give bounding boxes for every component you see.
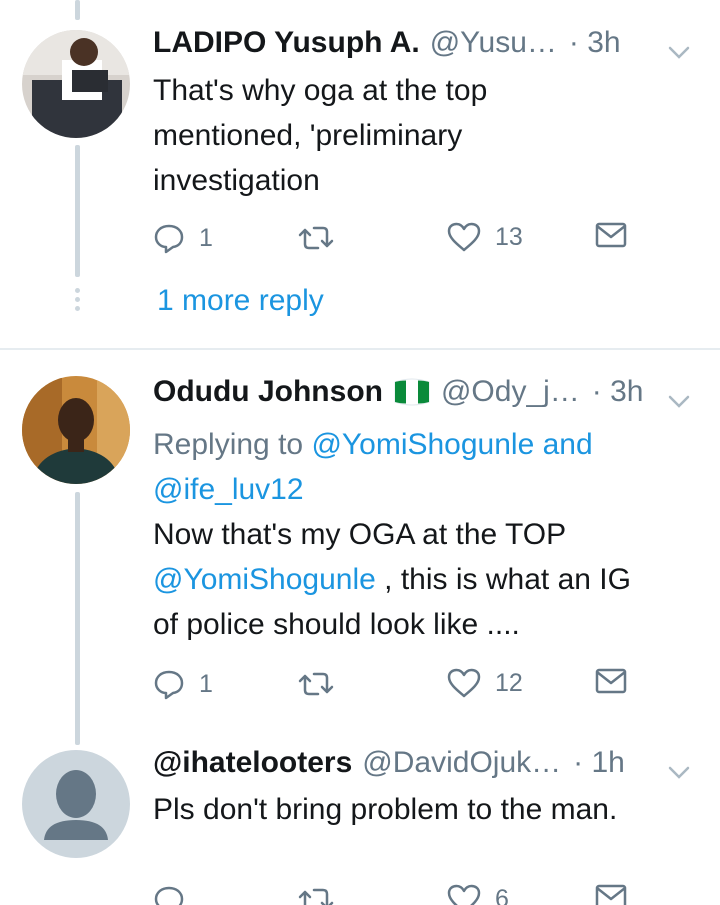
display-name[interactable]: @ihatelooters	[153, 746, 352, 780]
display-name[interactable]: Odudu Johnson	[153, 375, 383, 409]
tweet-text-line: That's why oga at the top	[153, 74, 488, 107]
like-button[interactable]: 13	[447, 222, 523, 252]
reply-icon	[153, 222, 185, 254]
timestamp[interactable]: · 3h	[569, 26, 621, 60]
tweet-text-line: Pls don't bring problem to the man.	[153, 793, 618, 826]
like-button[interactable]: 12	[447, 668, 523, 698]
dm-button[interactable]	[595, 222, 627, 248]
dm-button[interactable]	[595, 668, 627, 694]
user-handle[interactable]: @DavidOjuk…	[362, 746, 561, 780]
heart-icon	[447, 668, 481, 698]
like-count: 13	[495, 222, 523, 251]
reply-icon	[153, 668, 185, 700]
tweet-header: Odudu Johnson @Ody_j… · 3h	[153, 375, 690, 409]
replying-and: and	[534, 428, 593, 461]
tweet-text-line: , this is what an IG	[375, 563, 631, 596]
envelope-icon	[595, 222, 627, 248]
dm-button[interactable]	[595, 884, 627, 905]
reply-button[interactable]	[153, 884, 199, 905]
tweet-header: LADIPO Yusuph A. @Yusu… · 3h	[153, 26, 690, 60]
tweet-text-line: of police should look like ....	[153, 608, 520, 641]
default-avatar[interactable]	[22, 750, 130, 858]
avatar[interactable]	[22, 376, 130, 484]
like-count: 12	[495, 668, 523, 697]
tweet-header: @ihatelooters @DavidOjuk… · 1h	[153, 746, 690, 780]
display-name[interactable]: LADIPO Yusuph A.	[153, 26, 420, 60]
envelope-icon	[595, 668, 627, 694]
envelope-icon	[595, 884, 627, 905]
like-button[interactable]: 6	[447, 884, 509, 905]
user-handle[interactable]: @Ody_j…	[441, 375, 580, 409]
mention-link[interactable]: @ife_luv12	[153, 473, 304, 506]
mention-link[interactable]: @YomiShogunle	[153, 563, 376, 596]
tweet-text: Pls don't bring problem to the man.	[153, 787, 698, 832]
timestamp[interactable]: · 3h	[592, 375, 644, 409]
more-reply-link[interactable]: 1 more reply	[157, 284, 324, 318]
retweet-button[interactable]	[298, 668, 334, 700]
divider	[0, 348, 720, 350]
user-handle[interactable]: @Yusu…	[430, 26, 557, 60]
tweet-actions: 6	[153, 884, 633, 905]
reply-button[interactable]: 1	[153, 222, 213, 254]
thread-line-2	[75, 492, 80, 745]
tweet-text-line: mentioned, 'preliminary	[153, 119, 463, 152]
avatar[interactable]	[22, 30, 130, 138]
tweet-actions: 1 13	[153, 222, 633, 258]
tweet-text-line: investigation	[153, 164, 320, 197]
reply-button[interactable]: 1	[153, 668, 213, 700]
timestamp[interactable]: · 1h	[573, 746, 625, 780]
reply-icon	[153, 884, 185, 905]
tweet-text: That's why oga at the top mentioned, 'pr…	[153, 68, 698, 203]
heart-icon	[447, 222, 481, 252]
thread-dots	[75, 288, 80, 315]
tweet-actions: 1 12	[153, 668, 633, 704]
chevron-down-icon[interactable]	[668, 383, 690, 417]
retweet-button[interactable]	[298, 222, 334, 254]
retweet-icon	[298, 884, 334, 905]
replying-to: Replying to @YomiShogunle and	[153, 422, 698, 467]
chevron-down-icon[interactable]	[668, 34, 690, 68]
nigeria-flag-icon	[393, 378, 431, 406]
tweet-text: Replying to @YomiShogunle and @ife_luv12…	[153, 422, 698, 647]
replying-prefix: Replying to	[153, 428, 312, 461]
thread-line-top	[75, 0, 80, 20]
reply-count: 1	[199, 223, 213, 252]
tweet-text-line: Now that's my OGA at the TOP	[153, 518, 567, 551]
heart-icon	[447, 884, 481, 905]
retweet-button[interactable]	[298, 884, 334, 905]
retweet-icon	[298, 222, 334, 254]
retweet-icon	[298, 668, 334, 700]
mention-link[interactable]: @YomiShogunle	[311, 428, 534, 461]
reply-count: 1	[199, 669, 213, 698]
like-count: 6	[495, 884, 509, 905]
chevron-down-icon[interactable]	[668, 754, 690, 788]
thread-line-1	[75, 145, 80, 277]
